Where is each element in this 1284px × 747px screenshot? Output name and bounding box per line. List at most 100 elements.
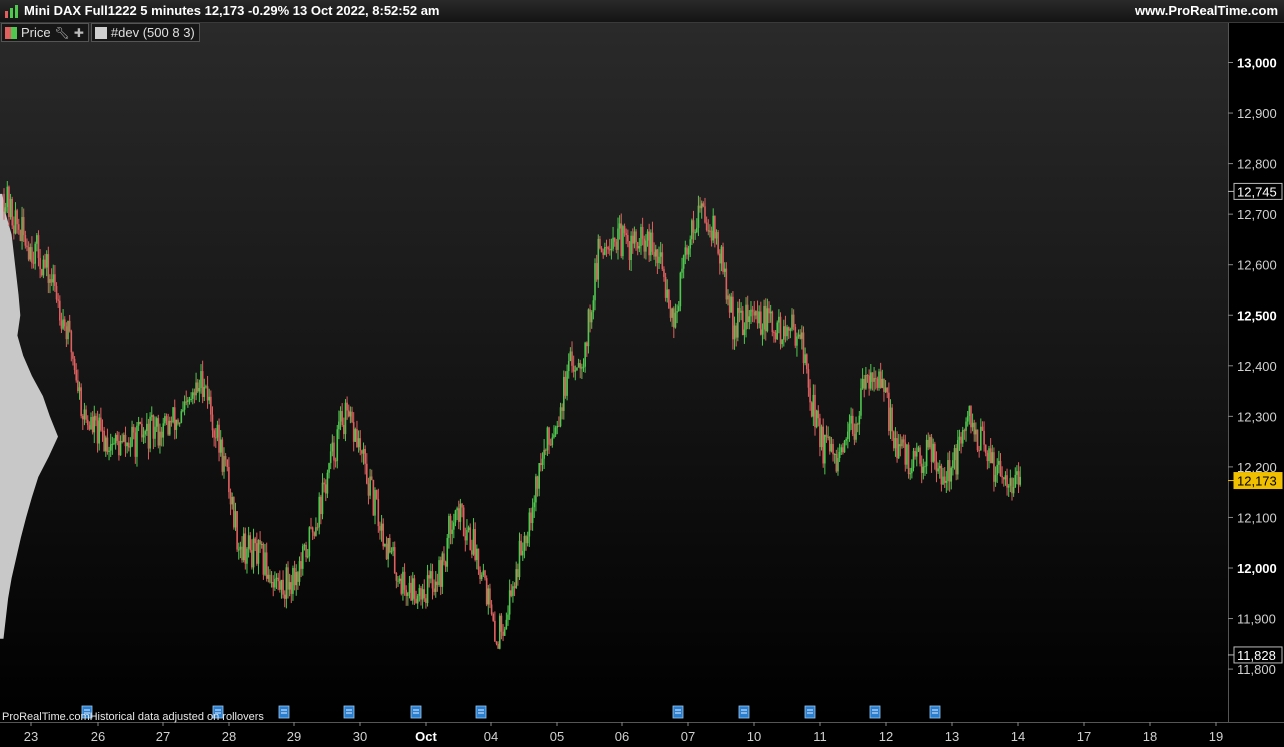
candle [149,412,151,453]
candle [372,479,375,516]
news-icon[interactable] [738,705,750,719]
candle [80,383,82,419]
price-color-swatch [5,26,17,39]
time-tick-label: 18 [1143,729,1157,744]
footnote: ProRealTime.comHistorical data adjusted … [2,711,264,723]
time-tick-label: 12 [879,729,893,744]
site-link[interactable]: www.ProRealTime.com [1135,3,1278,18]
price-tick-label: 12,400 [1237,359,1277,374]
time-tick-label: 26 [91,729,105,744]
title-bar: Mini DAX Full1222 5 minutes 12,173 -0.29… [0,0,1284,23]
candle [485,575,488,607]
candle [815,409,818,429]
candle [375,489,378,500]
candle [438,556,440,587]
candle [679,271,682,312]
price-legend-label: Price [21,25,51,40]
candle [244,527,247,570]
candle [11,196,14,230]
time-tick-label: 14 [1011,729,1025,744]
candle [576,367,578,371]
candle [878,368,880,391]
time-tick-label: 28 [222,729,236,744]
time-tick-label: 27 [156,729,170,744]
candle [172,406,174,424]
candle [19,229,22,242]
news-icon[interactable] [475,705,487,719]
candle [907,442,910,479]
candle [668,289,670,309]
candle [233,496,235,530]
news-icon[interactable] [804,705,816,719]
chart-title: Mini DAX Full1222 5 minutes 12,173 -0.29… [24,3,440,18]
time-tick-label: 13 [945,729,959,744]
time-tick-label: Oct [415,729,437,744]
candle [810,401,813,418]
price-axis[interactable]: 11,80011,90012,00012,10012,20012,30012,4… [1228,56,1283,678]
candle [262,542,265,580]
time-tick-label: 10 [747,729,761,744]
time-axis[interactable]: 23 26 27 28 29 30 Oct 04 05 06 07 10 11 12 13 14 17 18 19 [24,722,1223,744]
price-chart[interactable]: 11,80011,90012,00012,10012,20012,30012,4… [0,0,1284,747]
candle [469,523,472,551]
candle [843,439,846,453]
candle [622,224,624,260]
plus-icon[interactable]: ✚ [74,26,84,40]
price-tick-label: 12,800 [1237,157,1277,172]
time-tick-label: 29 [287,729,301,744]
candle [820,424,823,451]
news-icon[interactable] [343,705,355,719]
candle [779,312,782,350]
news-icon[interactable] [929,705,941,719]
time-tick-label: 04 [484,729,498,744]
indicator-legend-dev[interactable]: #dev (500 8 3) [90,23,200,42]
plot-background [0,22,1228,722]
candle [776,320,779,341]
candle [446,533,449,572]
time-tick-label: 23 [24,729,38,744]
price-tick-label: 13,000 [1237,56,1277,71]
time-tick-label: 17 [1077,729,1091,744]
price-tick-label: 12,100 [1237,510,1277,525]
candle [157,414,160,449]
time-tick-label: 07 [681,729,695,744]
candle [664,272,667,302]
candle [717,229,719,256]
price-tick-label: 12,600 [1237,258,1277,273]
price-tick-label: 12,500 [1237,308,1277,323]
news-icon[interactable] [410,705,422,719]
wrench-icon[interactable]: 🔧︎ [55,26,70,40]
last-price-label: 12,173 [1237,474,1277,489]
time-tick-label: 11 [813,729,827,744]
time-tick-label: 05 [550,729,564,744]
candle [221,437,224,476]
price-tick-label: 12,300 [1237,409,1277,424]
time-tick-label: 30 [353,729,367,744]
candle [794,323,797,349]
price-tick-label: 11,900 [1237,612,1276,627]
indicator-color-swatch [94,26,107,39]
price-legend[interactable]: Price 🔧︎ ✚ [1,23,89,42]
price-tick-label: 12,700 [1237,207,1277,222]
price-level-label: 11,828 [1237,648,1276,663]
candle [722,242,724,275]
candle [976,429,979,453]
time-tick-label: 19 [1209,729,1223,744]
candle [892,430,895,452]
candle [498,613,501,650]
candle [462,504,465,537]
indicator-legend: Price 🔧︎ ✚ #dev (500 8 3) [1,23,200,42]
price-tick-label: 11,800 [1237,662,1276,677]
candle [236,511,238,552]
news-icon[interactable] [672,705,684,719]
time-tick-label: 06 [615,729,629,744]
price-level-label: 12,745 [1237,184,1277,199]
price-tick-label: 12,000 [1237,561,1277,576]
indicator-legend-label: #dev (500 8 3) [110,25,195,40]
candle [354,427,357,442]
candle [919,445,921,467]
news-icon[interactable] [869,705,881,719]
news-icon[interactable] [278,705,290,719]
logo-icon [5,5,18,18]
price-tick-label: 12,900 [1237,106,1277,121]
